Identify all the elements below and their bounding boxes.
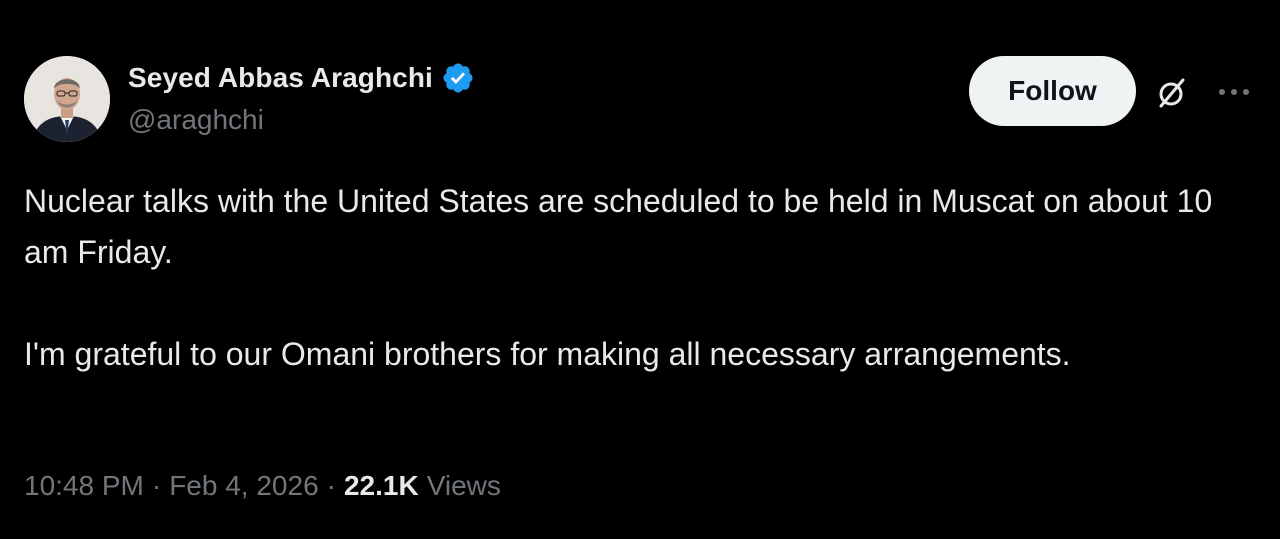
meta-separator: · — [151, 470, 162, 501]
display-name-row[interactable]: Seyed Abbas Araghchi — [128, 58, 475, 98]
display-name[interactable]: Seyed Abbas Araghchi — [128, 62, 433, 94]
views-count[interactable]: 22.1K — [344, 470, 419, 502]
meta-separator: · — [326, 470, 336, 501]
follow-button[interactable]: Follow — [969, 56, 1136, 126]
verified-badge-icon[interactable] — [441, 61, 475, 95]
tweet-date[interactable]: Feb 4, 2026 — [169, 470, 318, 502]
avatar[interactable] — [24, 56, 110, 142]
views-label[interactable]: Views — [427, 470, 501, 502]
handle[interactable]: @araghchi — [128, 104, 264, 136]
tweet-time[interactable]: 10:48 PM — [24, 470, 144, 502]
tweet-paragraph-2: I'm grateful to our Omani brothers for m… — [24, 336, 1071, 372]
tweet-card: Seyed Abbas Araghchi @araghchi Follow Nu… — [0, 0, 1280, 539]
tweet-meta: 10:48 PM · Feb 4, 2026 · 22.1K Views — [24, 470, 501, 502]
tweet-paragraph-1: Nuclear talks with the United States are… — [24, 183, 1213, 270]
more-icon[interactable] — [1214, 80, 1254, 104]
grok-icon[interactable] — [1152, 73, 1192, 113]
tweet-text: Nuclear talks with the United States are… — [24, 176, 1254, 380]
